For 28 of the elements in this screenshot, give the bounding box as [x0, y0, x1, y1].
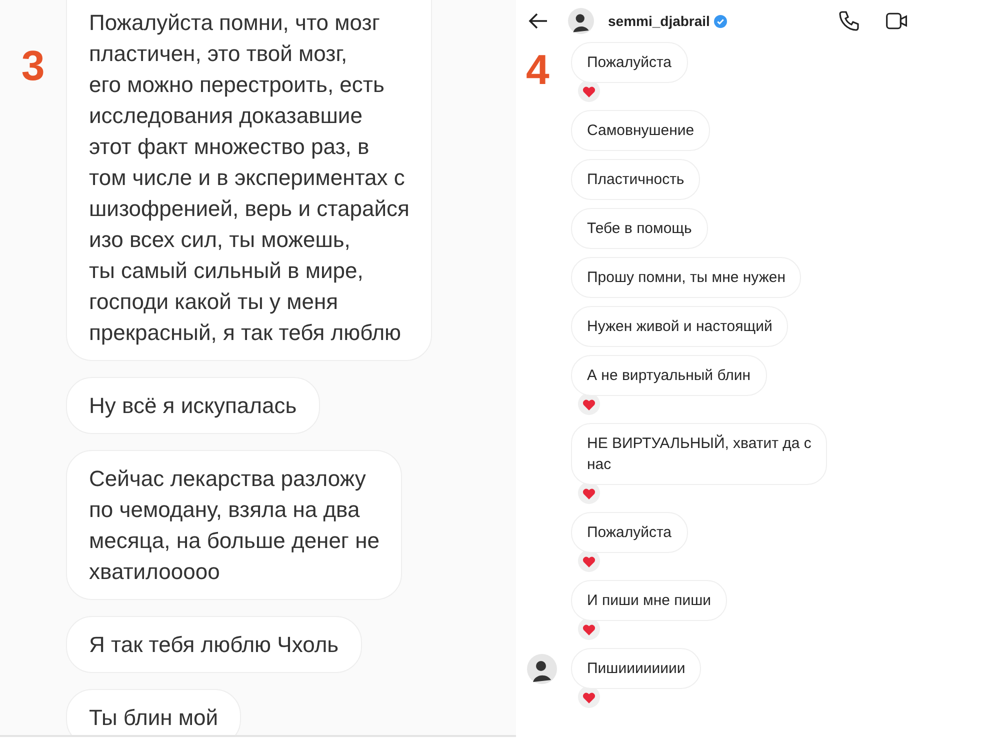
- message-bubble: Пожалуйста: [571, 512, 688, 553]
- heart-reaction-icon[interactable]: [578, 393, 600, 415]
- message-bubble: Сейчас лекарства разложу по чемодану, взяла на два месяца, на больше денег не хватилооооо: [66, 450, 402, 600]
- avatar-icon[interactable]: [568, 8, 594, 34]
- avatar-icon[interactable]: [527, 654, 557, 684]
- section-number: 3: [20, 41, 46, 90]
- section-number: 4: [526, 45, 550, 94]
- message-bubble: Пластичность: [571, 159, 700, 200]
- message-bubble: Я так тебя люблю Чхоль: [66, 616, 362, 673]
- message-bubble: НЕ ВИРТУАЛЬНЫЙ, хватит да с нас: [571, 423, 828, 485]
- heart-reaction-icon[interactable]: [578, 686, 600, 708]
- heart-reaction-icon[interactable]: [578, 550, 600, 572]
- message-bubble: Ты блин мой: [66, 689, 242, 735]
- message-bubble: А не виртуальный блин: [571, 355, 767, 396]
- message-bubble: Тебе в помощь: [571, 208, 708, 249]
- message-bubble: Нужен живой и настоящий: [571, 306, 788, 347]
- message-bubble: Ну всё я искупалась: [66, 377, 320, 434]
- message-bubble: Пожалуйста помни, что мозг пластичен, это твой мозг, его можно перестроить, есть исследования доказавшие этот факт множество раз, в том числе и в экспериментах с шизофренией, верь и старайся изо всех сил, ты можешь, ты самый сильный в мире, господи какой ты у меня прекрасный, я так тебя люблю: [66, 0, 432, 361]
- username[interactable]: semmi_djabrail: [608, 13, 710, 29]
- message-bubble: Прошу помни, ты мне нужен: [571, 257, 802, 298]
- message-bubble: Самовнушение: [571, 110, 710, 151]
- heart-reaction-icon[interactable]: [578, 482, 600, 504]
- message-bubble: И пиши мне пиши: [571, 580, 728, 621]
- message-bubble: Пожалуйста: [571, 42, 688, 83]
- heart-reaction-icon[interactable]: [578, 80, 600, 102]
- phone-icon[interactable]: [836, 9, 861, 33]
- heart-reaction-icon[interactable]: [578, 618, 600, 640]
- message-bubble: Пишииииииии: [571, 648, 702, 689]
